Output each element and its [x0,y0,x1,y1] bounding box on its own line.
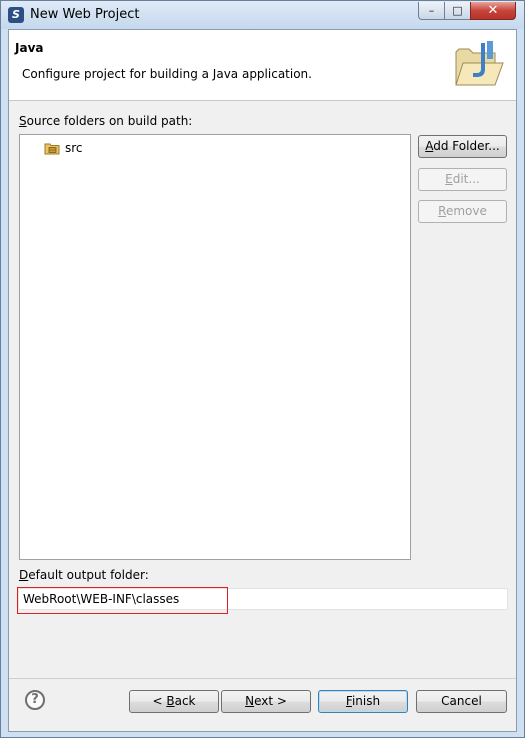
minimize-button[interactable]: – [418,2,445,20]
back-button[interactable]: < Back [129,690,219,713]
page-description: Configure project for building a Java ap… [22,67,312,81]
new-web-project-window: S New Web Project – □ ✕ Java Configure p… [0,0,525,738]
wizard-body: Java Configure project for building a Ja… [8,29,517,732]
list-item[interactable]: src [44,140,83,156]
maximize-button[interactable]: □ [444,2,471,20]
window-title: New Web Project [30,7,140,22]
wizard-banner: Java Configure project for building a Ja… [9,30,516,101]
app-icon: S [8,7,24,23]
list-item-label: src [65,141,83,155]
finish-button[interactable]: Finish [318,690,408,713]
close-button[interactable]: ✕ [470,2,516,20]
help-icon[interactable]: ? [25,690,45,710]
page-title: Java [15,41,44,55]
next-button[interactable]: Next > [221,690,311,713]
close-icon: ✕ [487,3,499,18]
package-folder-icon [44,143,60,154]
button-bar-separator [9,678,516,679]
minimize-icon: – [428,4,435,17]
source-folders-label: Source folders on build path: [19,114,193,128]
output-folder-label: Default output folder: [19,568,149,582]
remove-button[interactable]: Remove [418,200,507,223]
title-bar[interactable]: S New Web Project – □ ✕ [1,1,524,29]
edit-button[interactable]: Edit... [418,168,507,191]
add-folder-button[interactable]: Add Folder... [418,135,507,158]
output-folder-value: WebRoot\WEB-INF\classes [23,592,180,606]
output-folder-field[interactable]: WebRoot\WEB-INF\classes [18,588,508,610]
source-folders-list[interactable]: src [19,134,411,560]
java-project-folder-icon [455,41,504,86]
cancel-button[interactable]: Cancel [416,690,507,713]
maximize-icon: □ [452,4,463,17]
